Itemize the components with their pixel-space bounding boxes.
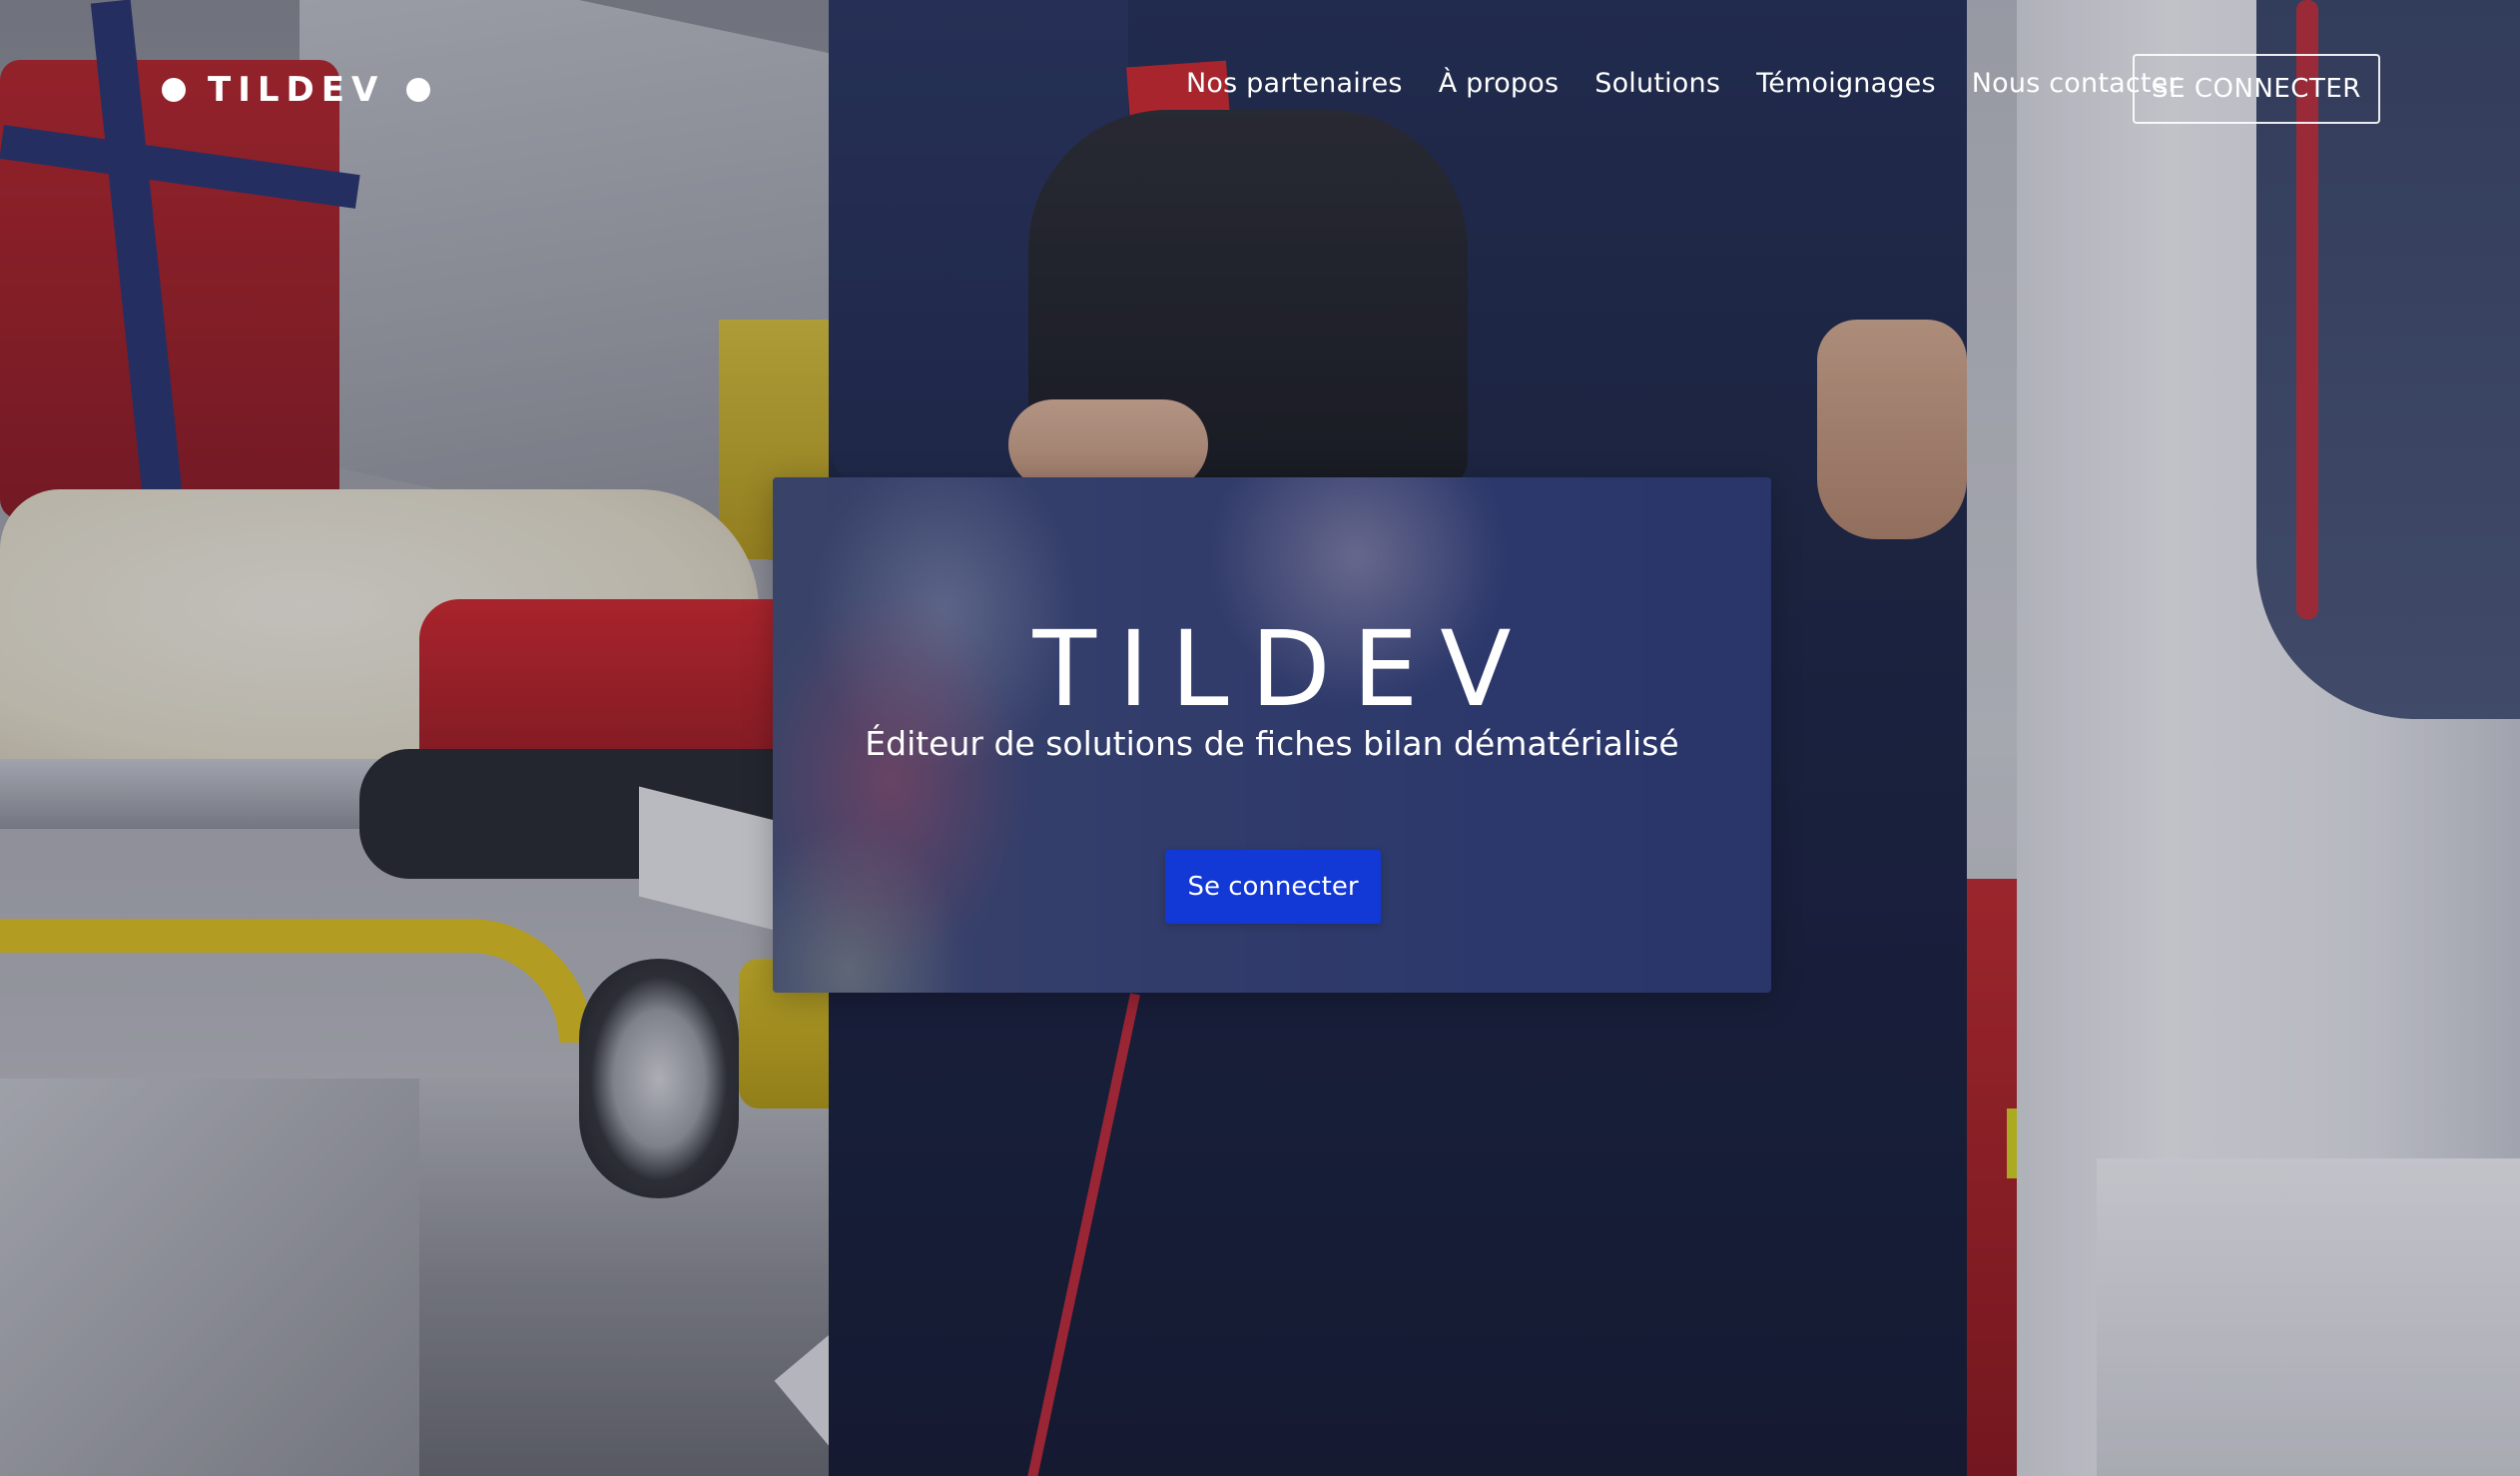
- logo-dot-icon: [406, 78, 431, 102]
- nav-link-solutions[interactable]: Solutions: [1594, 68, 1720, 99]
- site-logo[interactable]: TILDEV: [162, 70, 431, 110]
- hero-title: TILDEV: [1032, 607, 1534, 730]
- header-login-button[interactable]: SE CONNECTER: [2133, 54, 2380, 124]
- hero-card: TILDEV Éditeur de solutions de fiches bi…: [773, 477, 1771, 993]
- nav-link-temoignages[interactable]: Témoignages: [1756, 68, 1936, 99]
- hero-login-button[interactable]: Se connecter: [1165, 850, 1381, 924]
- hero-subtitle: Éditeur de solutions de fiches bilan dém…: [865, 724, 1679, 763]
- main-nav: Nos partenaires À propos Solutions Témoi…: [1186, 68, 2180, 99]
- nav-link-partenaires[interactable]: Nos partenaires: [1186, 68, 1403, 99]
- logo-text: TILDEV: [208, 70, 385, 110]
- logo-dot-icon: [162, 78, 186, 102]
- site-header: TILDEV Nos partenaires À propos Solution…: [0, 0, 2520, 180]
- landing-page: TILDEV Nos partenaires À propos Solution…: [0, 0, 2520, 1476]
- nav-link-a-propos[interactable]: À propos: [1439, 68, 1560, 99]
